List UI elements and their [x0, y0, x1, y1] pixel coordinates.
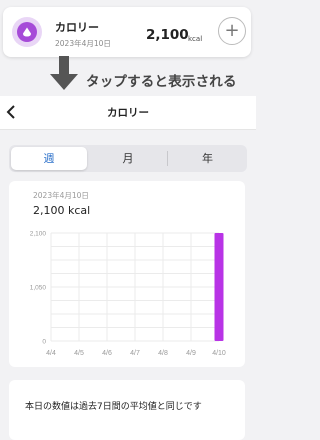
- x-tick-label: 4/9: [186, 350, 196, 357]
- tab-month[interactable]: 月: [89, 145, 167, 172]
- tap-caption: タップすると表示される: [86, 74, 237, 90]
- down-arrow-icon: [50, 56, 78, 90]
- y-tick-label: 1,050: [30, 285, 47, 292]
- summary-date: 2023年4月10日: [55, 39, 111, 48]
- page-title: カロリー: [107, 107, 149, 119]
- y-tick-label: 0: [42, 339, 46, 346]
- y-tick-label: 2,100: [30, 231, 47, 238]
- info-text: 本日の数値は過去7日間の平均値と同じです: [25, 402, 202, 412]
- period-segmented-control: 週 月 年: [9, 145, 247, 172]
- calorie-bar-chart: 0 1,050 2,100 4/4 4/5 4/6 4/7 4/8 4/9 4/10: [30, 231, 226, 358]
- info-card: 本日の数値は過去7日間の平均値と同じです: [9, 380, 245, 440]
- summary-title: カロリー: [55, 21, 99, 34]
- tab-week[interactable]: 週: [11, 147, 87, 170]
- chart-card: 2023年4月10日 2,100 kcal 0 1,050 2,100 4/4 4/5 4…: [9, 181, 245, 367]
- tab-year[interactable]: 年: [168, 145, 247, 172]
- x-tick-label: 4/6: [102, 350, 112, 357]
- nav-bar: カロリー: [0, 96, 256, 130]
- x-tick-label: 4/10: [212, 350, 226, 357]
- calorie-summary-card[interactable]: カロリー 2023年4月10日 2,100 kcal +: [3, 7, 251, 57]
- summary-unit: kcal: [188, 35, 203, 43]
- calorie-icon: [12, 17, 42, 47]
- x-tick-label: 4/5: [74, 350, 84, 357]
- summary-value: 2,100: [146, 27, 189, 43]
- bar: [214, 233, 224, 341]
- add-button[interactable]: +: [218, 17, 246, 45]
- x-tick-label: 4/7: [130, 350, 140, 357]
- x-tick-label: 4/8: [158, 350, 168, 357]
- nav-divider: [0, 129, 256, 130]
- x-tick-label: 4/4: [46, 350, 56, 357]
